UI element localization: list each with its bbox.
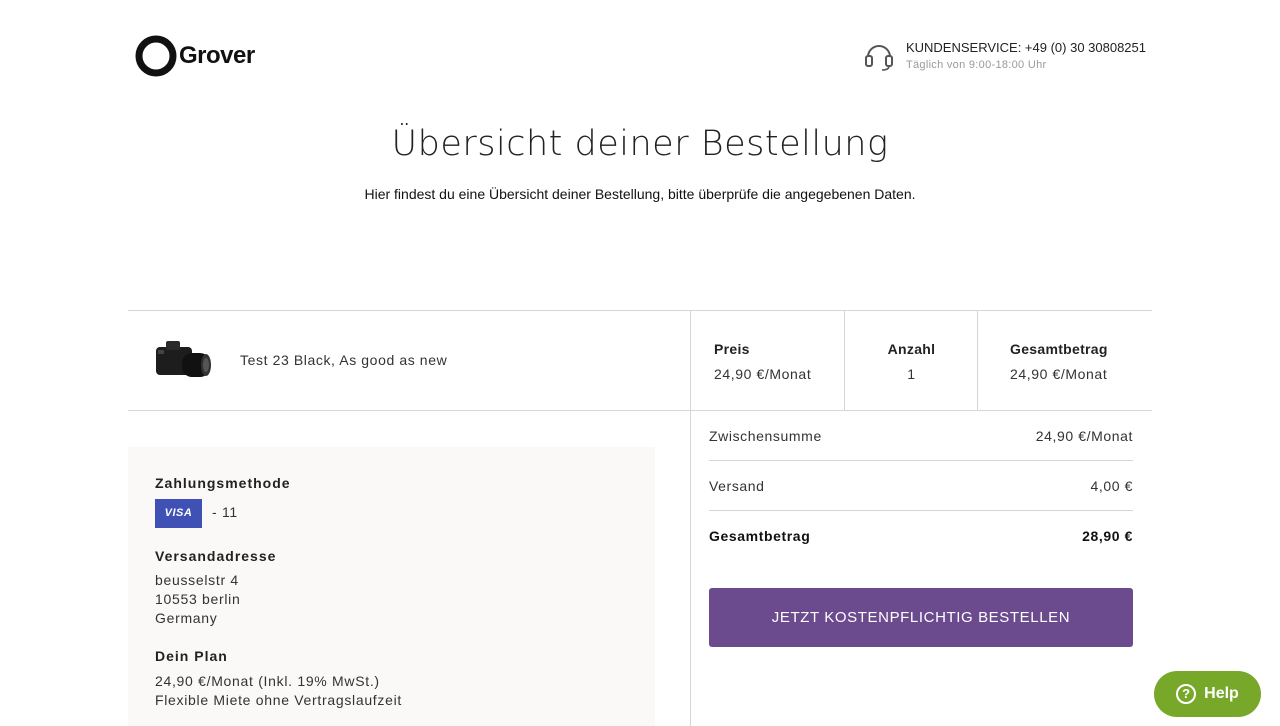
quantity-value: 1	[907, 366, 916, 382]
service-hours: Täglich von 9:00-18:00 Uhr	[905, 59, 1047, 71]
grover-logo-icon	[135, 35, 177, 77]
price-column: Preis 24,90 €/Monat	[690, 311, 844, 411]
page-title: Übersicht deiner Bestellung	[391, 124, 889, 164]
brand-name: Grover	[179, 42, 255, 69]
product-row: Test 23 Black, As good as new Preis 24,9…	[128, 310, 1152, 411]
shipping-row: Versand 4,00 €	[709, 461, 1133, 511]
order-details-panel: Zahlungsmethode VISA - 11 Versandadresse…	[128, 447, 655, 726]
grover-logo[interactable]: Grover	[135, 35, 255, 77]
order-summary: Zwischensumme 24,90 €/Monat Versand 4,00…	[709, 411, 1133, 561]
card-number-tail: - 11	[212, 504, 238, 520]
help-label: Help	[1204, 685, 1239, 702]
service-phone: KUNDENSERVICE: +49 (0) 30 30808251	[905, 40, 1146, 55]
page-subtitle: Hier findest du eine Übersicht deiner Be…	[364, 186, 916, 202]
grand-total-value: 28,90 €	[1082, 528, 1133, 544]
plan-label: Dein Plan	[155, 648, 228, 664]
column-divider	[690, 411, 691, 726]
headset-icon	[864, 45, 893, 71]
help-button[interactable]: ? Help	[1154, 671, 1261, 717]
payment-method-label: Zahlungsmethode	[155, 475, 291, 491]
header: Grover KUNDENSERVICE: +49 (0) 30 3080825…	[0, 0, 1280, 100]
grand-total-row: Gesamtbetrag 28,90 €	[709, 511, 1133, 561]
place-order-button[interactable]: JETZT KOSTENPFLICHTIG BESTELLEN	[709, 588, 1133, 647]
subtotal-row: Zwischensumme 24,90 €/Monat	[709, 411, 1133, 461]
camera-icon	[156, 341, 211, 377]
visa-card-icon: VISA	[155, 499, 202, 528]
plan-terms: Flexible Miete ohne Vertragslaufzeit	[155, 692, 402, 708]
address-line-2: 10553 berlin	[155, 591, 241, 607]
price-label: Preis	[714, 341, 750, 357]
total-label: Gesamtbetrag	[1010, 341, 1108, 357]
shipping-label: Versand	[709, 478, 765, 494]
subtotal-value: 24,90 €/Monat	[1035, 428, 1133, 444]
total-value: 24,90 €/Monat	[1010, 366, 1108, 382]
customer-service: KUNDENSERVICE: +49 (0) 30 30808251 Tägli…	[864, 40, 1146, 72]
total-column: Gesamtbetrag 24,90 €/Monat	[977, 311, 1152, 411]
quantity-label: Anzahl	[887, 341, 936, 357]
plan-price: 24,90 €/Monat (Inkl. 19% MwSt.)	[155, 673, 380, 689]
product-name: Test 23 Black, As good as new	[240, 352, 448, 368]
address-line-1: beusselstr 4	[155, 572, 239, 588]
shipping-value: 4,00 €	[1090, 478, 1133, 494]
quantity-column: Anzahl 1	[844, 311, 977, 411]
subtotal-label: Zwischensumme	[709, 428, 822, 444]
question-icon: ?	[1176, 684, 1197, 704]
price-value: 24,90 €/Monat	[714, 366, 812, 382]
address-line-3: Germany	[155, 610, 218, 626]
shipping-address-label: Versandadresse	[155, 548, 277, 564]
grand-total-label: Gesamtbetrag	[709, 528, 811, 544]
